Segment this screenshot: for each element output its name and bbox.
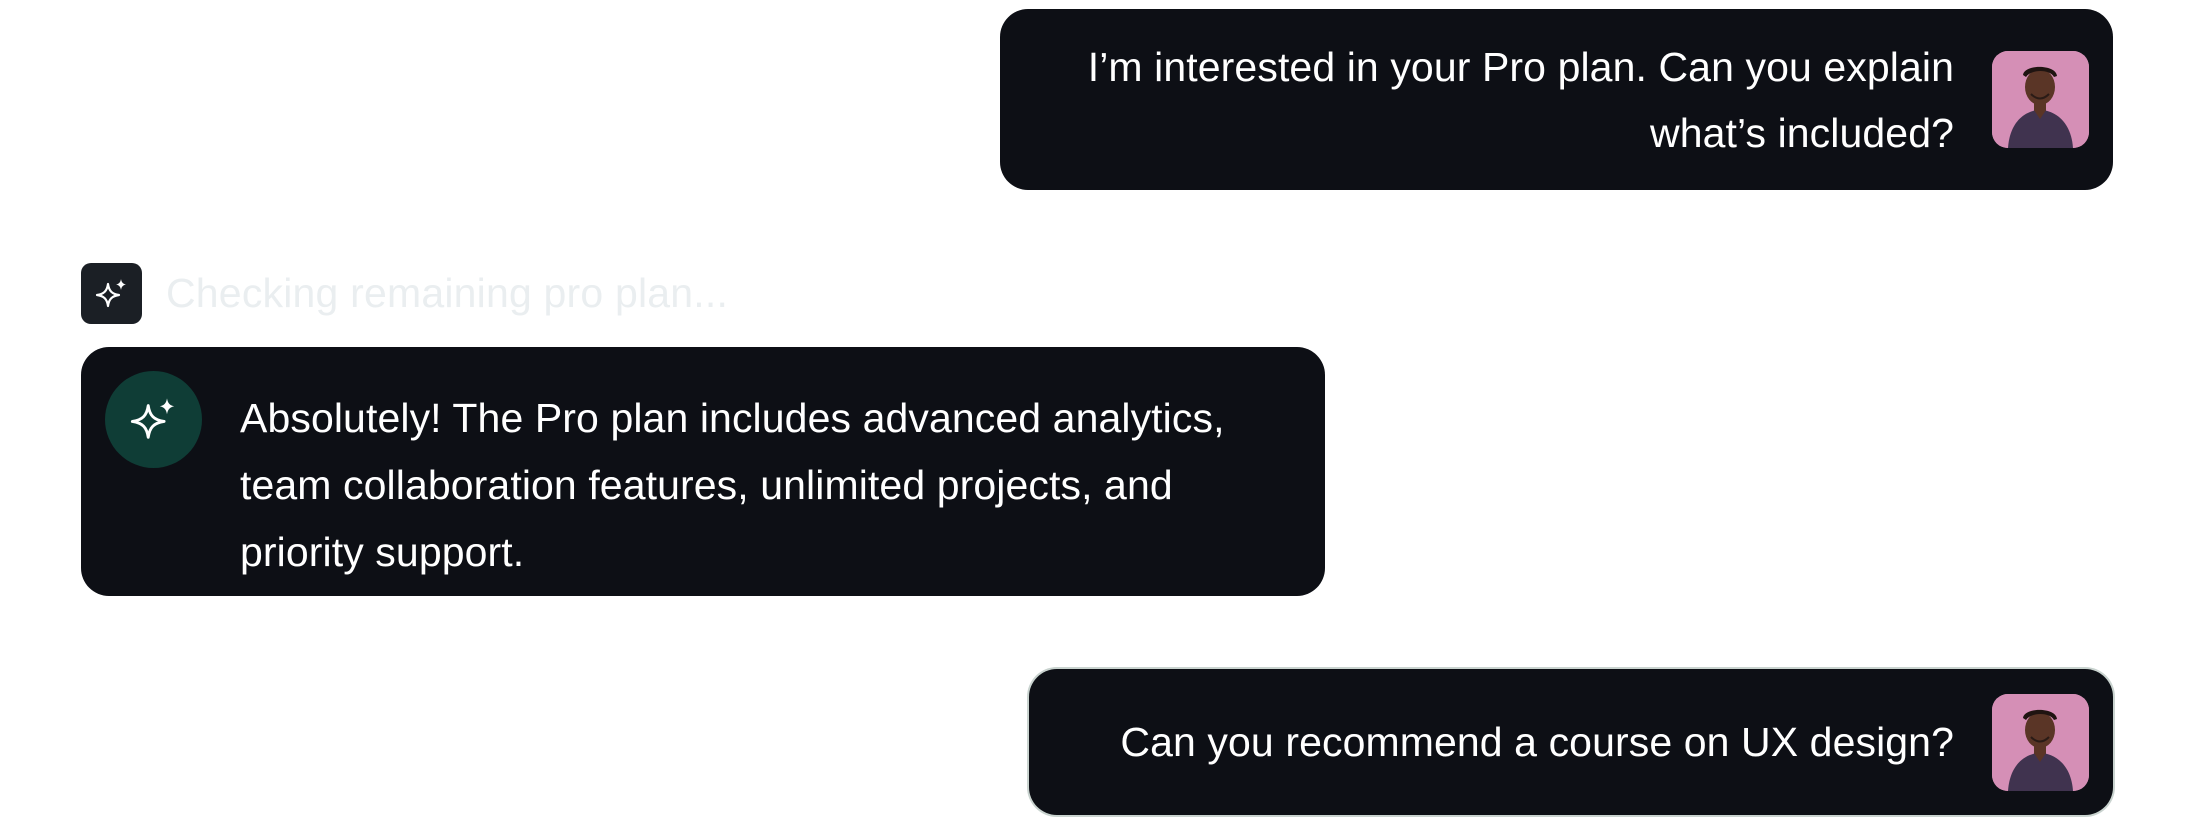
sparkle-icon <box>105 371 202 468</box>
user-avatar <box>1992 693 2089 791</box>
user-message-text: I’m interested in your Pro plan. Can you… <box>1087 43 1954 156</box>
assistant-message-text: Absolutely! The Pro plan includes advanc… <box>240 395 1225 575</box>
assistant-message-bubble: Absolutely! The Pro plan includes advanc… <box>81 347 1325 596</box>
user-message-bubble: Can you recommend a course on UX design? <box>1029 669 2113 815</box>
assistant-status: Checking remaining pro plan... <box>81 263 728 324</box>
user-message-text: Can you recommend a course on UX design? <box>1120 719 1954 765</box>
user-avatar <box>1992 51 2089 148</box>
status-text: Checking remaining pro plan... <box>166 270 729 316</box>
user-message-bubble: I’m interested in your Pro plan. Can you… <box>1000 9 2113 190</box>
sparkle-icon <box>81 263 142 324</box>
